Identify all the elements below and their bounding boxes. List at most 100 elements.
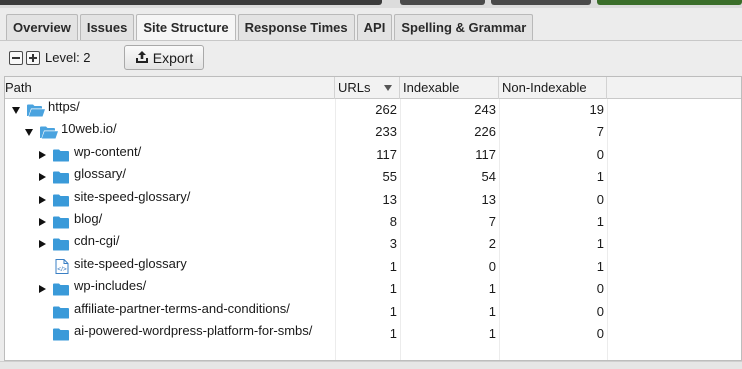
folder-icon: [53, 149, 69, 165]
expand-triangle-icon[interactable]: [39, 285, 46, 294]
export-label: Export: [152, 49, 194, 66]
folder-icon: [53, 194, 69, 210]
toolbar: Level: 2 Export: [0, 40, 742, 75]
folder-icon: [53, 306, 69, 322]
non-indexable-cell: 0: [596, 281, 604, 297]
non-indexable-cell: 7: [596, 124, 604, 140]
indexable-cell: 54: [481, 169, 496, 185]
expand-all-icon[interactable]: [26, 51, 40, 65]
column-header-path[interactable]: Path: [5, 77, 335, 99]
level-label[interactable]: Level: 2: [45, 50, 91, 66]
indexable-cell: 117: [475, 146, 496, 162]
urls-cell: 8: [389, 214, 397, 229]
table-row[interactable]: cdn-cgi/3 2 1: [5, 233, 741, 255]
column-header-non-indexable[interactable]: Non-Indexable: [499, 77, 607, 99]
non-indexable-cell: 1: [596, 214, 604, 229]
path-label: 10web.io/: [61, 121, 117, 137]
urls-cell: 13: [382, 191, 397, 207]
path-label: wp-includes/: [74, 278, 147, 294]
indexable-cell: 1: [488, 326, 496, 341]
table-row[interactable]: </> site-speed-glossary 1 0 1: [5, 255, 741, 278]
folder-icon: [53, 283, 69, 299]
tab-api[interactable]: API: [356, 14, 393, 40]
folder-icon: [53, 238, 69, 254]
urls-cell: 1: [389, 281, 397, 297]
urls-cell: 1: [389, 326, 397, 341]
table-header: Path URLs Indexable Non-Indexable: [5, 77, 741, 99]
urls-cell: 1: [389, 303, 397, 319]
column-header-urls-label: URLs: [338, 80, 371, 95]
urls-cell: 1: [389, 258, 397, 274]
path-label: blog/: [74, 211, 103, 226]
path-label: affiliate-partner-terms-and-conditions/: [74, 300, 290, 316]
column-header-indexable[interactable]: Indexable: [400, 77, 499, 99]
svg-text:</>: </>: [57, 266, 67, 273]
expand-triangle-icon[interactable]: [39, 150, 46, 159]
indexable-cell: 13: [481, 191, 496, 207]
top-button-2[interactable]: [491, 0, 591, 5]
urls-cell: 55: [382, 169, 397, 185]
sort-descending-icon: [384, 85, 392, 91]
expand-triangle-icon[interactable]: [39, 173, 46, 182]
indexable-cell: 0: [488, 258, 496, 274]
table-row[interactable]: https/262 243 19: [5, 99, 741, 121]
indexable-cell: 1: [488, 281, 496, 297]
indexable-cell: 7: [488, 214, 496, 229]
indexable-cell: 1: [488, 303, 496, 319]
folder-open-icon: [27, 104, 45, 120]
top-button-1[interactable]: [400, 0, 485, 5]
collapse-triangle-icon[interactable]: [12, 107, 20, 114]
tab-issues[interactable]: Issues: [79, 14, 135, 40]
tab-overview[interactable]: Overview: [6, 14, 78, 40]
indexable-cell: 226: [474, 124, 496, 140]
top-bar-left: [0, 0, 382, 5]
collapse-triangle-icon[interactable]: [25, 129, 33, 137]
site-structure-table: Path URLs Indexable Non-Indexable https/…: [4, 76, 742, 361]
folder-icon: [53, 216, 69, 232]
indexable-cell: 243: [474, 102, 496, 117]
folder-icon: [53, 171, 69, 187]
path-label: wp-content/: [74, 143, 142, 159]
non-indexable-cell: 1: [596, 169, 604, 185]
tab-bar: Overview Issues Site Structure Response …: [6, 14, 535, 40]
urls-cell: 117: [376, 146, 397, 162]
folder-icon: [53, 328, 69, 344]
tab-site-structure[interactable]: Site Structure: [136, 14, 236, 40]
window-top-strip: [0, 0, 742, 8]
table-row[interactable]: wp-content/117 117 0: [5, 143, 741, 166]
export-icon: [135, 51, 148, 63]
top-button-3[interactable]: [597, 0, 742, 5]
urls-cell: 233: [375, 124, 397, 140]
path-label: ai-powered-wordpress-platform-for-smbs/: [74, 323, 313, 338]
table-row[interactable]: 10web.io/233 226 7: [5, 121, 741, 143]
non-indexable-cell: 0: [596, 191, 604, 207]
expand-triangle-icon[interactable]: [39, 195, 46, 204]
collapse-all-icon[interactable]: [9, 51, 23, 65]
export-button[interactable]: Export: [124, 45, 204, 70]
urls-cell: 3: [389, 236, 397, 252]
path-label: https/: [48, 99, 80, 114]
non-indexable-cell: 1: [596, 258, 604, 274]
path-label: glossary/: [74, 166, 127, 182]
path-label: site-speed-glossary/: [74, 188, 191, 204]
non-indexable-cell: 19: [589, 102, 604, 117]
table-row[interactable]: glossary/55 54 1: [5, 166, 741, 188]
path-label: cdn-cgi/: [74, 233, 120, 249]
table-row[interactable]: site-speed-glossary/13 13 0: [5, 188, 741, 211]
column-header-urls[interactable]: URLs: [335, 77, 400, 99]
path-label: site-speed-glossary: [74, 255, 187, 271]
indexable-cell: 2: [488, 236, 496, 252]
expand-triangle-icon[interactable]: [39, 218, 46, 226]
table-row[interactable]: wp-includes/1 1 0: [5, 278, 741, 300]
table-row[interactable]: ai-powered-wordpress-platform-for-smbs/1…: [5, 323, 741, 345]
tab-spelling-grammar[interactable]: Spelling & Grammar: [394, 14, 534, 40]
non-indexable-cell: 1: [596, 236, 604, 252]
non-indexable-cell: 0: [596, 326, 604, 341]
table-row[interactable]: affiliate-partner-terms-and-conditions/1…: [5, 300, 741, 323]
table-row[interactable]: blog/8 7 1: [5, 211, 741, 233]
non-indexable-cell: 0: [596, 146, 604, 162]
html-file-icon: </>: [55, 258, 69, 277]
expand-triangle-icon[interactable]: [39, 240, 46, 249]
status-strip: [0, 361, 742, 369]
tab-response-times[interactable]: Response Times: [237, 14, 355, 40]
